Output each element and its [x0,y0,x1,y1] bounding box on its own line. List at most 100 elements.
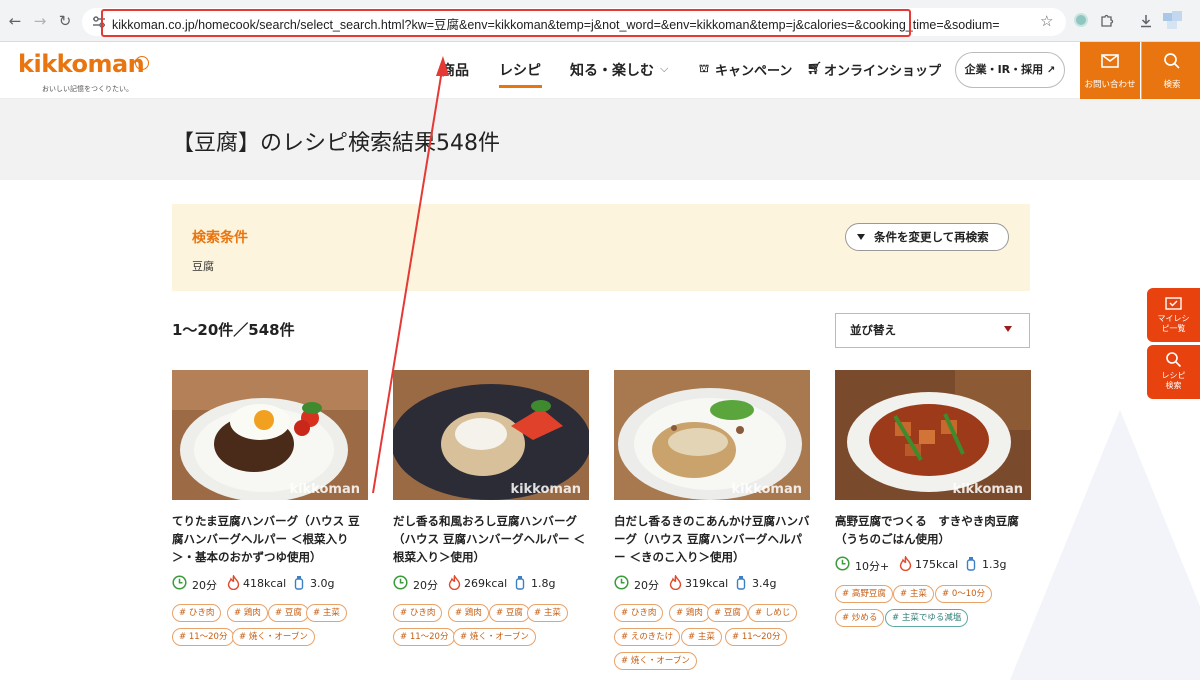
tag[interactable]: # 主菜 [893,585,934,603]
calories: 269kcal [464,577,508,590]
tag[interactable]: # ひき肉 [614,604,664,622]
flame-icon [448,575,461,590]
extensions-puzzle-icon[interactable] [1099,13,1115,29]
extension-icon[interactable] [1074,13,1088,27]
search-icon [1166,352,1182,368]
recipe-search-side-button[interactable]: レシピ検索 [1147,345,1200,399]
tag[interactable]: # 11〜20分 [393,628,456,646]
kikkoman-logo[interactable]: kikkoman おいしい記憶をつくりたい。 [18,50,149,93]
cook-time: 20分 [634,579,659,592]
flame-icon [227,575,240,590]
my-recipe-box-icon [1165,297,1182,310]
title-band: 【豆腐】のレシピ検索結果548件 [0,99,1200,180]
back-arrow-icon[interactable]: ← [6,12,24,30]
search-label: 検索 [1163,80,1181,90]
recipe-title[interactable]: 白だし香るきのこあんかけ豆腐ハンバーグ（ハウス 豆腐ハンバーグヘルパー ＜きのこ… [614,512,810,566]
tag[interactable]: # 高野豆腐 [835,585,893,603]
photo-watermark: kikkoman [510,482,581,497]
triangle-down-icon [857,234,865,240]
contact-label: お問い合わせ [1084,80,1136,90]
nav-recipes[interactable]: レシピ [499,60,541,80]
calories: 418kcal [243,577,287,590]
clock-icon [393,575,408,590]
tag[interactable]: # 焼く・オーブン [614,652,697,670]
recipe-title[interactable]: だし香る和風おろし豆腐ハンバーグ（ハウス 豆腐ハンバーグヘルパー ＜根菜入り＞使… [393,512,589,566]
recipe-meta: 10分+ 175kcal 1.3g [835,556,1035,573]
calories: 175kcal [915,558,959,571]
recipe-search-label: レシピ検索 [1161,371,1186,390]
contact-button[interactable]: お問い合わせ [1080,42,1140,99]
re-search-label: 条件を変更して再検索 [874,230,989,244]
tag[interactable]: # 主菜 [306,604,347,622]
nav-online-shop[interactable]: オンラインショップ [824,60,941,79]
tag[interactable]: # えのきたけ [614,628,681,646]
background-decoration [1010,410,1200,680]
nav-campaign[interactable]: キャンペーン [715,60,792,79]
external-link-icon: ↗ [1047,65,1056,76]
recipe-meta: 20分 319kcal 3.4g [614,575,814,592]
tag[interactable]: # 主菜 [681,628,722,646]
tag[interactable]: # 0〜10分 [935,585,993,603]
tag[interactable]: # 主菜 [527,604,568,622]
my-recipes-label: マイレシピ一覧 [1157,314,1190,333]
tag[interactable]: # ひき肉 [393,604,443,622]
tag[interactable]: # 鶏肉 [448,604,489,622]
cook-time: 20分 [413,579,438,592]
my-recipes-button[interactable]: マイレシピ一覧 [1147,288,1200,342]
conditions-title: 検索条件 [192,230,248,246]
dropdown-triangle-icon [1004,326,1012,332]
download-icon[interactable] [1138,13,1154,29]
corporate-button[interactable]: 企業・IR・採用 ↗ [955,52,1065,88]
logo-hexagon-icon [135,56,149,70]
bookmark-star-icon[interactable]: ☆ [1040,12,1053,30]
url-highlight-box [101,9,911,37]
logo-tagline: おいしい記憶をつくりたい。 [42,85,133,93]
tag[interactable]: # 主菜でゆる減塩 [885,609,969,627]
salt-amount: 1.8g [531,577,556,590]
tag[interactable]: # 鶏肉 [669,604,710,622]
search-icon [1164,53,1180,69]
mail-icon [1101,54,1119,68]
nav-active-indicator [499,85,542,88]
re-search-button[interactable]: 条件を変更して再検索 [845,223,1009,251]
search-button[interactable]: 検索 [1141,42,1200,99]
photo-watermark: kikkoman [731,482,802,497]
nav-learn-enjoy[interactable]: 知る・楽しむ [570,60,654,80]
recipe-title[interactable]: 高野豆腐でつくる すきやき肉豆腐（うちのごはん使用） [835,512,1031,548]
nav-products[interactable]: 商品 [441,60,469,80]
tag[interactable]: # 炒める [835,609,885,627]
recipe-photo[interactable]: kikkoman [172,370,368,500]
recipe-title[interactable]: てりたま豆腐ハンバーグ（ハウス 豆腐ハンバーグヘルパー ＜根菜入り＞・基本のおか… [172,512,368,566]
recipe-photo[interactable]: kikkoman [835,370,1031,500]
tag[interactable]: # 焼く・オーブン [232,628,315,646]
profile-avatar[interactable] [1163,11,1185,31]
tag[interactable]: # ひき肉 [172,604,222,622]
tag[interactable]: # 豆腐 [489,604,530,622]
tag[interactable]: # 11〜20分 [725,628,788,646]
site-header: kikkoman おいしい記憶をつくりたい。 商品 レシピ 知る・楽しむ ⌵ ⛫… [0,42,1200,99]
tag[interactable]: # 11〜20分 [172,628,235,646]
cook-time: 20分 [192,579,217,592]
salt-shaker-icon [515,576,525,590]
campaign-icon: ⛫ [699,62,710,75]
salt-amount: 1.3g [982,558,1007,571]
salt-amount: 3.4g [752,577,777,590]
recipe-photo[interactable]: kikkoman [393,370,589,500]
forward-arrow-icon[interactable]: → [31,12,49,30]
corporate-button-label: 企業・IR・採用 [964,63,1044,76]
reload-icon[interactable]: ↻ [56,12,74,30]
salt-shaker-icon [736,576,746,590]
tag[interactable]: # しめじ [748,604,798,622]
tag[interactable]: # 焼く・オーブン [453,628,536,646]
salt-shaker-icon [294,576,304,590]
chevron-down-icon: ⌵ [660,62,669,75]
recipe-photo[interactable]: kikkoman [614,370,810,500]
recipe-meta: 20分 269kcal 1.8g [393,575,593,592]
cart-icon: 🛒︎ [807,61,823,75]
clock-icon [172,575,187,590]
sort-select[interactable]: 並び替え [835,313,1030,348]
tag[interactable]: # 豆腐 [268,604,309,622]
tag[interactable]: # 豆腐 [707,604,748,622]
tag[interactable]: # 鶏肉 [227,604,268,622]
conditions-keyword: 豆腐 [192,260,214,273]
